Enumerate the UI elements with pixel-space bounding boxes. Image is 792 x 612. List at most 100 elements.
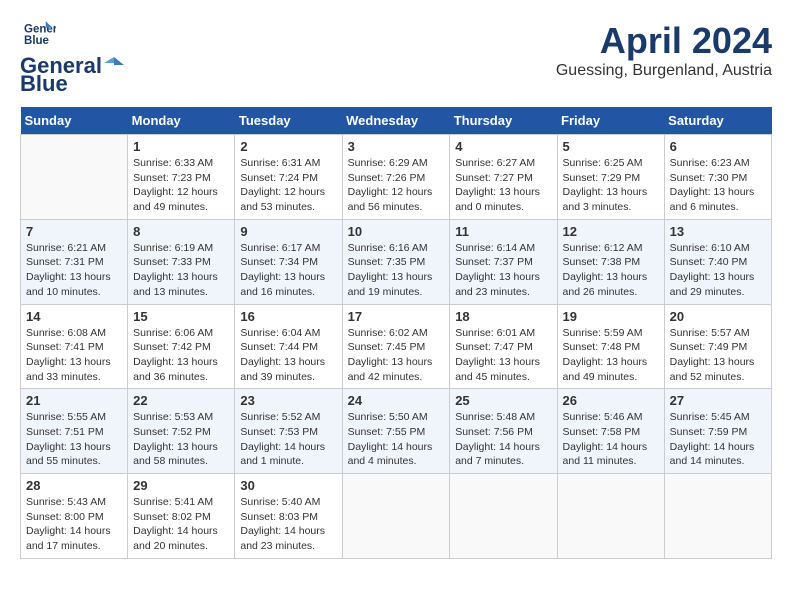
day-number: 17	[348, 309, 445, 324]
calendar-cell	[450, 474, 557, 559]
col-header-wednesday: Wednesday	[342, 107, 450, 135]
calendar-cell: 3 Sunrise: 6:29 AM Sunset: 7:26 PM Daylig…	[342, 135, 450, 220]
day-number: 2	[240, 139, 336, 154]
calendar-cell	[21, 135, 128, 220]
day-info: Sunrise: 5:52 AM Sunset: 7:53 PM Dayligh…	[240, 410, 336, 469]
day-info: Sunrise: 6:17 AM Sunset: 7:34 PM Dayligh…	[240, 241, 336, 300]
calendar-cell	[342, 474, 450, 559]
calendar-cell: 7 Sunrise: 6:21 AM Sunset: 7:31 PM Daylig…	[21, 219, 128, 304]
logo-bird-icon	[104, 55, 124, 75]
calendar-cell: 9 Sunrise: 6:17 AM Sunset: 7:34 PM Daylig…	[235, 219, 342, 304]
day-number: 5	[563, 139, 659, 154]
calendar-week-1: 1Sunrise: 6:33 AM Sunset: 7:23 PM Daylig…	[21, 135, 772, 220]
day-info: Sunrise: 5:59 AM Sunset: 7:48 PM Dayligh…	[563, 326, 659, 385]
day-info: Sunrise: 5:43 AM Sunset: 8:00 PM Dayligh…	[26, 495, 122, 554]
calendar-cell: 30Sunrise: 5:40 AM Sunset: 8:03 PM Dayli…	[235, 474, 342, 559]
page-header: General Blue General Blue April 2024 Gue…	[20, 20, 772, 97]
day-info: Sunrise: 6:10 AM Sunset: 7:40 PM Dayligh…	[670, 241, 766, 300]
calendar-cell: 19 Sunrise: 5:59 AM Sunset: 7:48 PM Dayli…	[557, 304, 664, 389]
calendar-cell: 1Sunrise: 6:33 AM Sunset: 7:23 PM Daylig…	[128, 135, 235, 220]
day-number: 6	[670, 139, 766, 154]
calendar-week-5: 28 Sunrise: 5:43 AM Sunset: 8:00 PM Dayli…	[21, 474, 772, 559]
calendar-cell: 2 Sunrise: 6:31 AM Sunset: 7:24 PM Daylig…	[235, 135, 342, 220]
day-info: Sunrise: 6:23 AM Sunset: 7:30 PM Dayligh…	[670, 156, 766, 215]
day-number: 4	[455, 139, 551, 154]
day-info: Sunrise: 5:45 AM Sunset: 7:59 PM Dayligh…	[670, 410, 766, 469]
calendar-cell: 26 Sunrise: 5:46 AM Sunset: 7:58 PM Dayli…	[557, 389, 664, 474]
day-number: 28	[26, 478, 122, 493]
day-info: Sunrise: 6:27 AM Sunset: 7:27 PM Dayligh…	[455, 156, 551, 215]
svg-text:General: General	[24, 24, 56, 36]
day-number: 13	[670, 224, 766, 239]
calendar-cell: 8 Sunrise: 6:19 AM Sunset: 7:33 PM Daylig…	[128, 219, 235, 304]
day-number: 8	[133, 224, 229, 239]
day-info: Sunrise: 5:46 AM Sunset: 7:58 PM Dayligh…	[563, 410, 659, 469]
day-number: 24	[348, 393, 445, 408]
day-info: Sunrise: 6:14 AM Sunset: 7:37 PM Dayligh…	[455, 241, 551, 300]
day-number: 14	[26, 309, 122, 324]
day-info: Sunrise: 6:04 AM Sunset: 7:44 PM Dayligh…	[240, 326, 336, 385]
calendar-cell: 5Sunrise: 6:25 AM Sunset: 7:29 PM Daylig…	[557, 135, 664, 220]
calendar-cell: 4 Sunrise: 6:27 AM Sunset: 7:27 PM Daylig…	[450, 135, 557, 220]
day-info: Sunrise: 5:53 AM Sunset: 7:52 PM Dayligh…	[133, 410, 229, 469]
day-info: Sunrise: 5:48 AM Sunset: 7:56 PM Dayligh…	[455, 410, 551, 469]
calendar-cell: 18 Sunrise: 6:01 AM Sunset: 7:47 PM Dayli…	[450, 304, 557, 389]
location-subtitle: Guessing, Burgenland, Austria	[556, 62, 772, 80]
calendar-cell: 23 Sunrise: 5:52 AM Sunset: 7:53 PM Dayli…	[235, 389, 342, 474]
day-number: 16	[240, 309, 336, 324]
calendar-week-3: 14 Sunrise: 6:08 AM Sunset: 7:41 PM Dayli…	[21, 304, 772, 389]
day-number: 9	[240, 224, 336, 239]
calendar-cell: 10 Sunrise: 6:16 AM Sunset: 7:35 PM Dayli…	[342, 219, 450, 304]
calendar-cell: 21Sunrise: 5:55 AM Sunset: 7:51 PM Dayli…	[21, 389, 128, 474]
day-number: 29	[133, 478, 229, 493]
calendar-cell: 17 Sunrise: 6:02 AM Sunset: 7:45 PM Dayli…	[342, 304, 450, 389]
day-info: Sunrise: 6:31 AM Sunset: 7:24 PM Dayligh…	[240, 156, 336, 215]
day-number: 20	[670, 309, 766, 324]
day-info: Sunrise: 6:06 AM Sunset: 7:42 PM Dayligh…	[133, 326, 229, 385]
calendar-cell	[557, 474, 664, 559]
day-number: 7	[26, 224, 122, 239]
col-header-thursday: Thursday	[450, 107, 557, 135]
col-header-sunday: Sunday	[21, 107, 128, 135]
calendar-cell: 16 Sunrise: 6:04 AM Sunset: 7:44 PM Dayli…	[235, 304, 342, 389]
col-header-saturday: Saturday	[664, 107, 771, 135]
calendar-cell: 13 Sunrise: 6:10 AM Sunset: 7:40 PM Dayli…	[664, 219, 771, 304]
day-info: Sunrise: 6:02 AM Sunset: 7:45 PM Dayligh…	[348, 326, 445, 385]
day-info: Sunrise: 6:21 AM Sunset: 7:31 PM Dayligh…	[26, 241, 122, 300]
day-info: Sunrise: 6:16 AM Sunset: 7:35 PM Dayligh…	[348, 241, 445, 300]
calendar-cell: 15 Sunrise: 6:06 AM Sunset: 7:42 PM Dayli…	[128, 304, 235, 389]
calendar-header-row: SundayMondayTuesdayWednesdayThursdayFrid…	[21, 107, 772, 135]
title-block: April 2024 Guessing, Burgenland, Austria	[556, 20, 772, 80]
day-number: 22	[133, 393, 229, 408]
day-info: Sunrise: 6:19 AM Sunset: 7:33 PM Dayligh…	[133, 241, 229, 300]
calendar-cell: 12Sunrise: 6:12 AM Sunset: 7:38 PM Dayli…	[557, 219, 664, 304]
day-number: 30	[240, 478, 336, 493]
day-info: Sunrise: 5:57 AM Sunset: 7:49 PM Dayligh…	[670, 326, 766, 385]
calendar-cell: 24Sunrise: 5:50 AM Sunset: 7:55 PM Dayli…	[342, 389, 450, 474]
day-number: 3	[348, 139, 445, 154]
day-number: 10	[348, 224, 445, 239]
col-header-monday: Monday	[128, 107, 235, 135]
day-info: Sunrise: 5:55 AM Sunset: 7:51 PM Dayligh…	[26, 410, 122, 469]
day-number: 19	[563, 309, 659, 324]
day-number: 23	[240, 393, 336, 408]
calendar-cell: 22 Sunrise: 5:53 AM Sunset: 7:52 PM Dayli…	[128, 389, 235, 474]
calendar-cell: 14 Sunrise: 6:08 AM Sunset: 7:41 PM Dayli…	[21, 304, 128, 389]
day-number: 1	[133, 139, 229, 154]
day-number: 25	[455, 393, 551, 408]
day-number: 18	[455, 309, 551, 324]
day-info: Sunrise: 6:12 AM Sunset: 7:38 PM Dayligh…	[563, 241, 659, 300]
day-info: Sunrise: 6:29 AM Sunset: 7:26 PM Dayligh…	[348, 156, 445, 215]
calendar-table: SundayMondayTuesdayWednesdayThursdayFrid…	[20, 107, 772, 559]
day-number: 26	[563, 393, 659, 408]
day-info: Sunrise: 6:08 AM Sunset: 7:41 PM Dayligh…	[26, 326, 122, 385]
calendar-week-4: 21Sunrise: 5:55 AM Sunset: 7:51 PM Dayli…	[21, 389, 772, 474]
calendar-cell: 11Sunrise: 6:14 AM Sunset: 7:37 PM Dayli…	[450, 219, 557, 304]
day-number: 27	[670, 393, 766, 408]
logo: General Blue General Blue	[20, 20, 124, 97]
day-info: Sunrise: 6:01 AM Sunset: 7:47 PM Dayligh…	[455, 326, 551, 385]
calendar-cell	[664, 474, 771, 559]
calendar-week-2: 7 Sunrise: 6:21 AM Sunset: 7:31 PM Daylig…	[21, 219, 772, 304]
day-number: 15	[133, 309, 229, 324]
calendar-cell: 28 Sunrise: 5:43 AM Sunset: 8:00 PM Dayli…	[21, 474, 128, 559]
